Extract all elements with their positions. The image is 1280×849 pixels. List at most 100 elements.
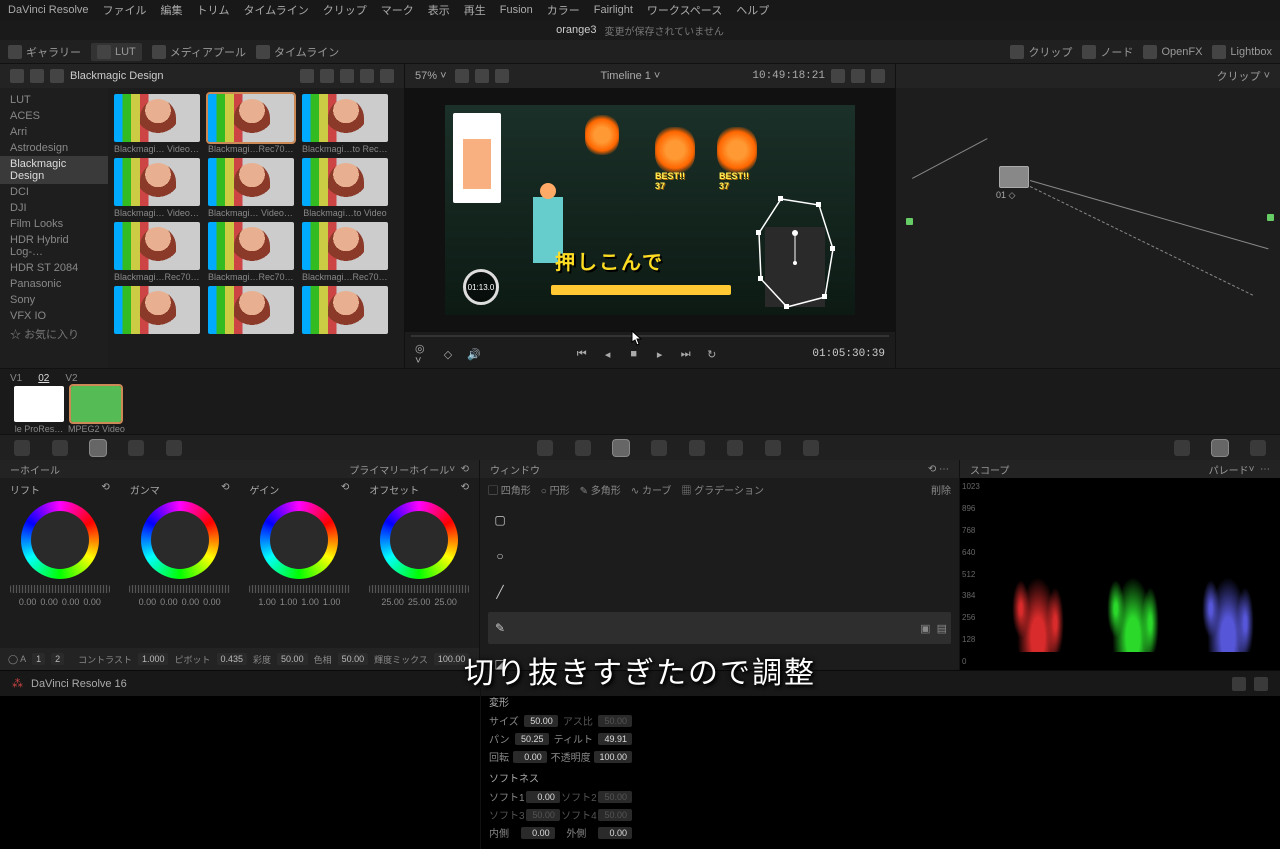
size-value[interactable]: 50.00 xyxy=(524,715,558,727)
mask-mode-icon[interactable]: ▤ xyxy=(937,622,947,635)
loop-icon[interactable] xyxy=(831,69,845,83)
window-gradient[interactable]: ▦ グラデーション xyxy=(681,482,764,497)
window-circle[interactable]: ○ 円形 xyxy=(541,482,570,497)
key-icon[interactable] xyxy=(727,440,743,456)
lut-cat-bmd[interactable]: Blackmagic Design xyxy=(0,156,108,184)
nodes-toggle[interactable]: ノード xyxy=(1082,44,1133,60)
blur-icon[interactable] xyxy=(689,440,705,456)
wheels-mode[interactable]: プライマリーホイール xyxy=(349,462,449,477)
lut-cat-dci[interactable]: DCI xyxy=(0,184,108,200)
pan-value[interactable]: 50.25 xyxy=(515,733,549,745)
nav-fwd-icon[interactable] xyxy=(50,69,64,83)
scopes-settings-icon[interactable]: ⋯ xyxy=(1260,464,1270,475)
menu-help[interactable]: ヘルプ xyxy=(736,2,769,18)
lut-cat-pana[interactable]: Panasonic xyxy=(0,276,108,292)
color-wheel-lift[interactable]: リフト⟲0.000.000.000.00 xyxy=(4,482,116,644)
prev-frame-button[interactable]: ◂ xyxy=(601,347,615,361)
track-02[interactable]: 02 xyxy=(38,373,49,384)
color-wheel-offset[interactable]: オフセット⟲25.0025.0025.00 xyxy=(363,482,475,644)
viewer-more-icon[interactable] xyxy=(871,69,885,83)
window-reset-icon[interactable]: ⟲ xyxy=(928,464,936,475)
clip-toggle[interactable]: クリップ xyxy=(1010,44,1072,60)
lut-cat-hdr2084[interactable]: HDR ST 2084 xyxy=(0,260,108,276)
lut-item[interactable]: Blackmagi…Rec709 v2 xyxy=(114,222,200,282)
info-icon[interactable] xyxy=(1250,440,1266,456)
scopes-icon[interactable] xyxy=(1212,440,1228,456)
soft1-value[interactable]: 0.00 xyxy=(526,791,560,803)
nav-back-icon[interactable] xyxy=(30,69,44,83)
rgb-mixer-icon[interactable] xyxy=(128,440,144,456)
window-item-pen[interactable]: ✎▣ ▤ xyxy=(488,612,951,644)
lut-item[interactable]: Blackmagi…to Rec709 xyxy=(302,94,388,154)
search-icon[interactable] xyxy=(360,69,374,83)
camera-raw-icon[interactable] xyxy=(14,440,30,456)
window-item-line[interactable]: ╱ xyxy=(488,576,951,608)
timeline-toggle[interactable]: タイムライン xyxy=(256,44,339,60)
menu-color[interactable]: カラー xyxy=(547,2,580,18)
page-1[interactable]: 1 xyxy=(32,653,45,665)
sizing-icon[interactable] xyxy=(765,440,781,456)
lut-item[interactable]: Blackmagi…Rec709 v3 xyxy=(208,94,294,154)
tilt-value[interactable]: 49.91 xyxy=(598,733,632,745)
3d-icon[interactable] xyxy=(803,440,819,456)
menu-timeline[interactable]: タイムライン xyxy=(244,2,309,18)
grid-view-icon[interactable] xyxy=(320,69,334,83)
node-output[interactable] xyxy=(1267,214,1274,221)
opacity-value[interactable]: 100.00 xyxy=(594,751,632,763)
node-mode[interactable]: クリップ xyxy=(1217,68,1261,84)
lut-item[interactable] xyxy=(114,286,200,336)
track-v1[interactable]: V1 xyxy=(10,373,22,384)
window-item-gradient[interactable]: ◪ xyxy=(488,648,951,680)
gallery-toggle[interactable]: ギャラリー xyxy=(8,44,81,60)
menu-view[interactable]: 表示 xyxy=(428,2,450,18)
mask-invert-icon[interactable]: ▣ xyxy=(920,622,930,635)
lut-cat-astro[interactable]: Astrodesign xyxy=(0,140,108,156)
lut-item[interactable]: Blackmagi…to Video xyxy=(302,158,388,218)
lut-cat-sony[interactable]: Sony xyxy=(0,292,108,308)
motion-icon[interactable] xyxy=(166,440,182,456)
menu-file[interactable]: ファイル xyxy=(103,2,147,18)
hue-value[interactable]: 50.00 xyxy=(338,653,369,665)
timeline-name[interactable]: Timeline 1 xyxy=(601,70,651,82)
color-wheels-icon[interactable] xyxy=(90,440,106,456)
first-frame-button[interactable]: ⏮ xyxy=(575,347,589,361)
zoom-readout[interactable]: 57% xyxy=(415,70,437,82)
list-view-icon[interactable] xyxy=(340,69,354,83)
stop-button[interactable]: ■ xyxy=(627,347,641,361)
lut-item[interactable]: Blackmagi… Video v4 xyxy=(208,158,294,218)
window-polygon[interactable]: ✎ 多角形 xyxy=(580,482,621,497)
node-01[interactable] xyxy=(999,166,1029,188)
lut-cat-lut[interactable]: LUT xyxy=(0,92,108,108)
menu-fusion[interactable]: Fusion xyxy=(500,4,533,16)
window-icon[interactable] xyxy=(613,440,629,456)
keyframe-icon[interactable] xyxy=(1174,440,1190,456)
home-icon[interactable] xyxy=(1232,677,1246,691)
volume-icon[interactable]: 🔊 xyxy=(467,347,481,361)
window-curve[interactable]: ∿ カーブ xyxy=(631,482,672,497)
lut-item[interactable]: Blackmagi…Rec709 v2 xyxy=(208,222,294,282)
more-icon[interactable] xyxy=(380,69,394,83)
window-rect[interactable]: ▢ 四角形 xyxy=(488,482,531,497)
lut-cat-film[interactable]: Film Looks xyxy=(0,216,108,232)
pivot-value[interactable]: 0.435 xyxy=(217,653,248,665)
color-match-icon[interactable] xyxy=(52,440,68,456)
lut-cat-vfxio[interactable]: VFX IO xyxy=(0,308,108,324)
menu-clip[interactable]: クリップ xyxy=(323,2,367,18)
menu-playback[interactable]: 再生 xyxy=(464,2,486,18)
color-wheel-gain[interactable]: ゲイン⟲1.001.001.001.00 xyxy=(244,482,356,644)
loop-button[interactable]: ↻ xyxy=(705,347,719,361)
node-input[interactable] xyxy=(906,218,913,225)
magic-wand-icon[interactable] xyxy=(495,69,509,83)
inside-value[interactable]: 0.00 xyxy=(521,827,555,839)
lut-item[interactable]: Blackmagi… Video v4 xyxy=(114,94,200,154)
window-more-icon[interactable]: ⋯ xyxy=(939,464,949,475)
lut-item[interactable] xyxy=(302,286,388,336)
curves-icon[interactable] xyxy=(537,440,553,456)
view-split-icon[interactable] xyxy=(475,69,489,83)
lut-cat-hdrhlg[interactable]: HDR Hybrid Log-… xyxy=(0,232,108,260)
lut-item[interactable] xyxy=(208,286,294,336)
window-item-circle[interactable]: ○ xyxy=(488,540,951,572)
clip-thumb-1[interactable]: le ProRes… xyxy=(14,386,64,434)
bypass-icon[interactable]: ◎ ˅ xyxy=(415,347,429,361)
openfx-toggle[interactable]: OpenFX xyxy=(1143,45,1202,59)
